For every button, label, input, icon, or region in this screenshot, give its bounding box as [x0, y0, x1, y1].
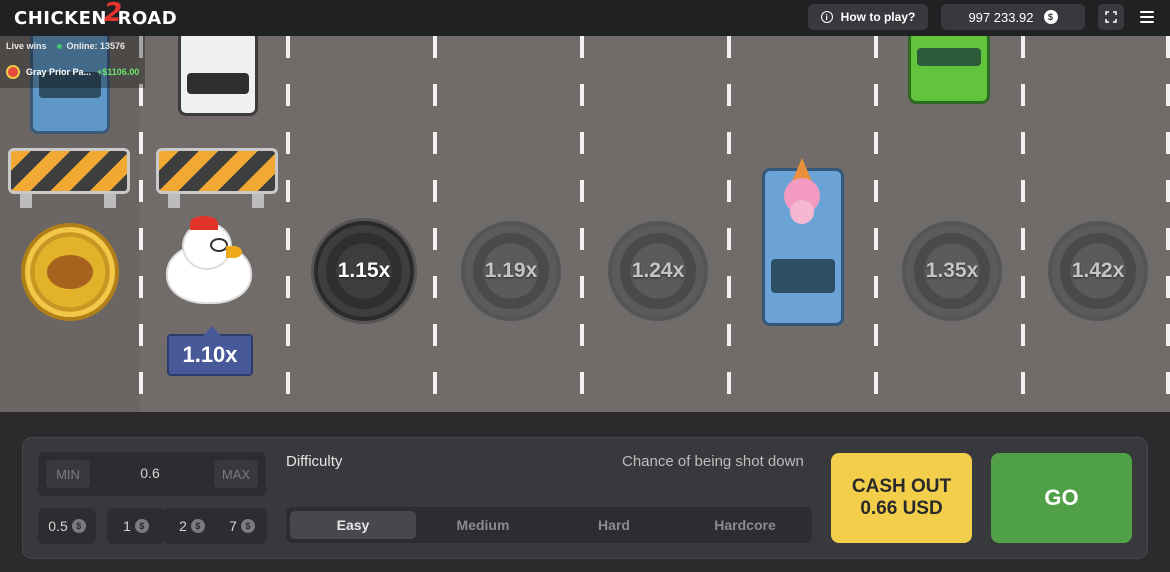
- logo-text-left: CHICKEN: [14, 7, 107, 29]
- logo: CHICKEN 2 ROAD: [14, 0, 178, 30]
- dollar-coin-icon: $: [190, 519, 205, 533]
- multiplier-manhole[interactable]: 1.42x: [1048, 221, 1148, 321]
- dollar-coin-icon: $: [71, 519, 86, 533]
- bet-amount-input[interactable]: MIN 0.6 MAX: [38, 452, 266, 496]
- go-button[interactable]: GO: [991, 453, 1132, 543]
- difficulty-hard[interactable]: Hard: [551, 511, 677, 539]
- lane-divider: [1021, 36, 1025, 412]
- winner-name: Gray Prior Pa...: [26, 67, 92, 77]
- quick-bet-button[interactable]: 1 $: [107, 508, 165, 544]
- lane-divider: [139, 36, 143, 412]
- difficulty-medium[interactable]: Medium: [420, 511, 546, 539]
- lane-divider: [1166, 36, 1170, 412]
- lane-divider: [433, 36, 437, 412]
- game-app: CHICKEN 2 ROAD i How to play? 997 233.92…: [0, 0, 1170, 572]
- dollar-coin-icon: $: [1043, 10, 1058, 24]
- how-to-play-button[interactable]: i How to play?: [808, 4, 928, 30]
- bet-amount-value[interactable]: 0.6: [118, 465, 182, 481]
- difficulty-selector: Easy Medium Hard Hardcore: [286, 507, 812, 543]
- cash-out-button[interactable]: CASH OUT 0.66 USD: [831, 453, 972, 543]
- roast-chicken-icon: [47, 255, 93, 289]
- logo-text-right: ROAD: [117, 7, 178, 29]
- start-coin-icon: [21, 223, 119, 321]
- quick-bet-button[interactable]: 7 $: [217, 508, 267, 544]
- live-wins-label: Live wins: [6, 41, 47, 51]
- live-wins-panel: Live wins Online: 13576 Gray Prior Pa...…: [0, 36, 145, 88]
- menu-button[interactable]: [1134, 4, 1160, 30]
- lane-divider: [727, 36, 731, 412]
- balance-value: 997 233.92: [968, 9, 1034, 25]
- chicken-player: [162, 216, 254, 306]
- lane-divider: [874, 36, 878, 412]
- quick-bet-button[interactable]: 2 $: [163, 508, 221, 544]
- min-bet-button[interactable]: MIN: [46, 460, 90, 488]
- quick-bet-button[interactable]: 0.5 $: [38, 508, 96, 544]
- chance-label: Chance of being shot down: [622, 453, 804, 470]
- how-to-play-label: How to play?: [840, 10, 916, 24]
- dollar-coin-icon: $: [240, 519, 255, 533]
- difficulty-hardcore[interactable]: Hardcore: [682, 511, 808, 539]
- max-bet-button[interactable]: MAX: [214, 460, 258, 488]
- multiplier-manhole[interactable]: 1.35x: [902, 221, 1002, 321]
- difficulty-label: Difficulty: [286, 453, 343, 470]
- multiplier-manhole[interactable]: 1.15x: [314, 221, 414, 321]
- fullscreen-icon: [1105, 11, 1117, 23]
- police-car: [178, 36, 258, 116]
- cash-out-amount: 0.66 USD: [860, 498, 943, 519]
- multiplier-manhole[interactable]: 1.24x: [608, 221, 708, 321]
- dollar-coin-icon: $: [134, 519, 149, 533]
- lane-divider: [580, 36, 584, 412]
- road-barrier: [8, 148, 130, 194]
- balance-display: 997 233.92 $: [941, 4, 1085, 30]
- multiplier-manhole[interactable]: 1.19x: [461, 221, 561, 321]
- avatar: [6, 65, 20, 79]
- online-count: Online: 13576: [56, 41, 125, 51]
- online-dot-icon: [56, 44, 62, 49]
- info-icon: i: [820, 11, 833, 23]
- menu-icon: [1140, 11, 1154, 13]
- road-barrier: [156, 148, 278, 194]
- current-multiplier: 1.10x: [167, 326, 253, 376]
- winner-amount: +$1106.00: [97, 67, 140, 77]
- top-bar: CHICKEN 2 ROAD i How to play? 997 233.92…: [0, 0, 1170, 36]
- lane-divider: [286, 36, 290, 412]
- ice-cream-cone-icon: [784, 158, 820, 224]
- green-truck: [908, 36, 990, 104]
- difficulty-easy[interactable]: Easy: [290, 511, 416, 539]
- fullscreen-button[interactable]: [1098, 4, 1124, 30]
